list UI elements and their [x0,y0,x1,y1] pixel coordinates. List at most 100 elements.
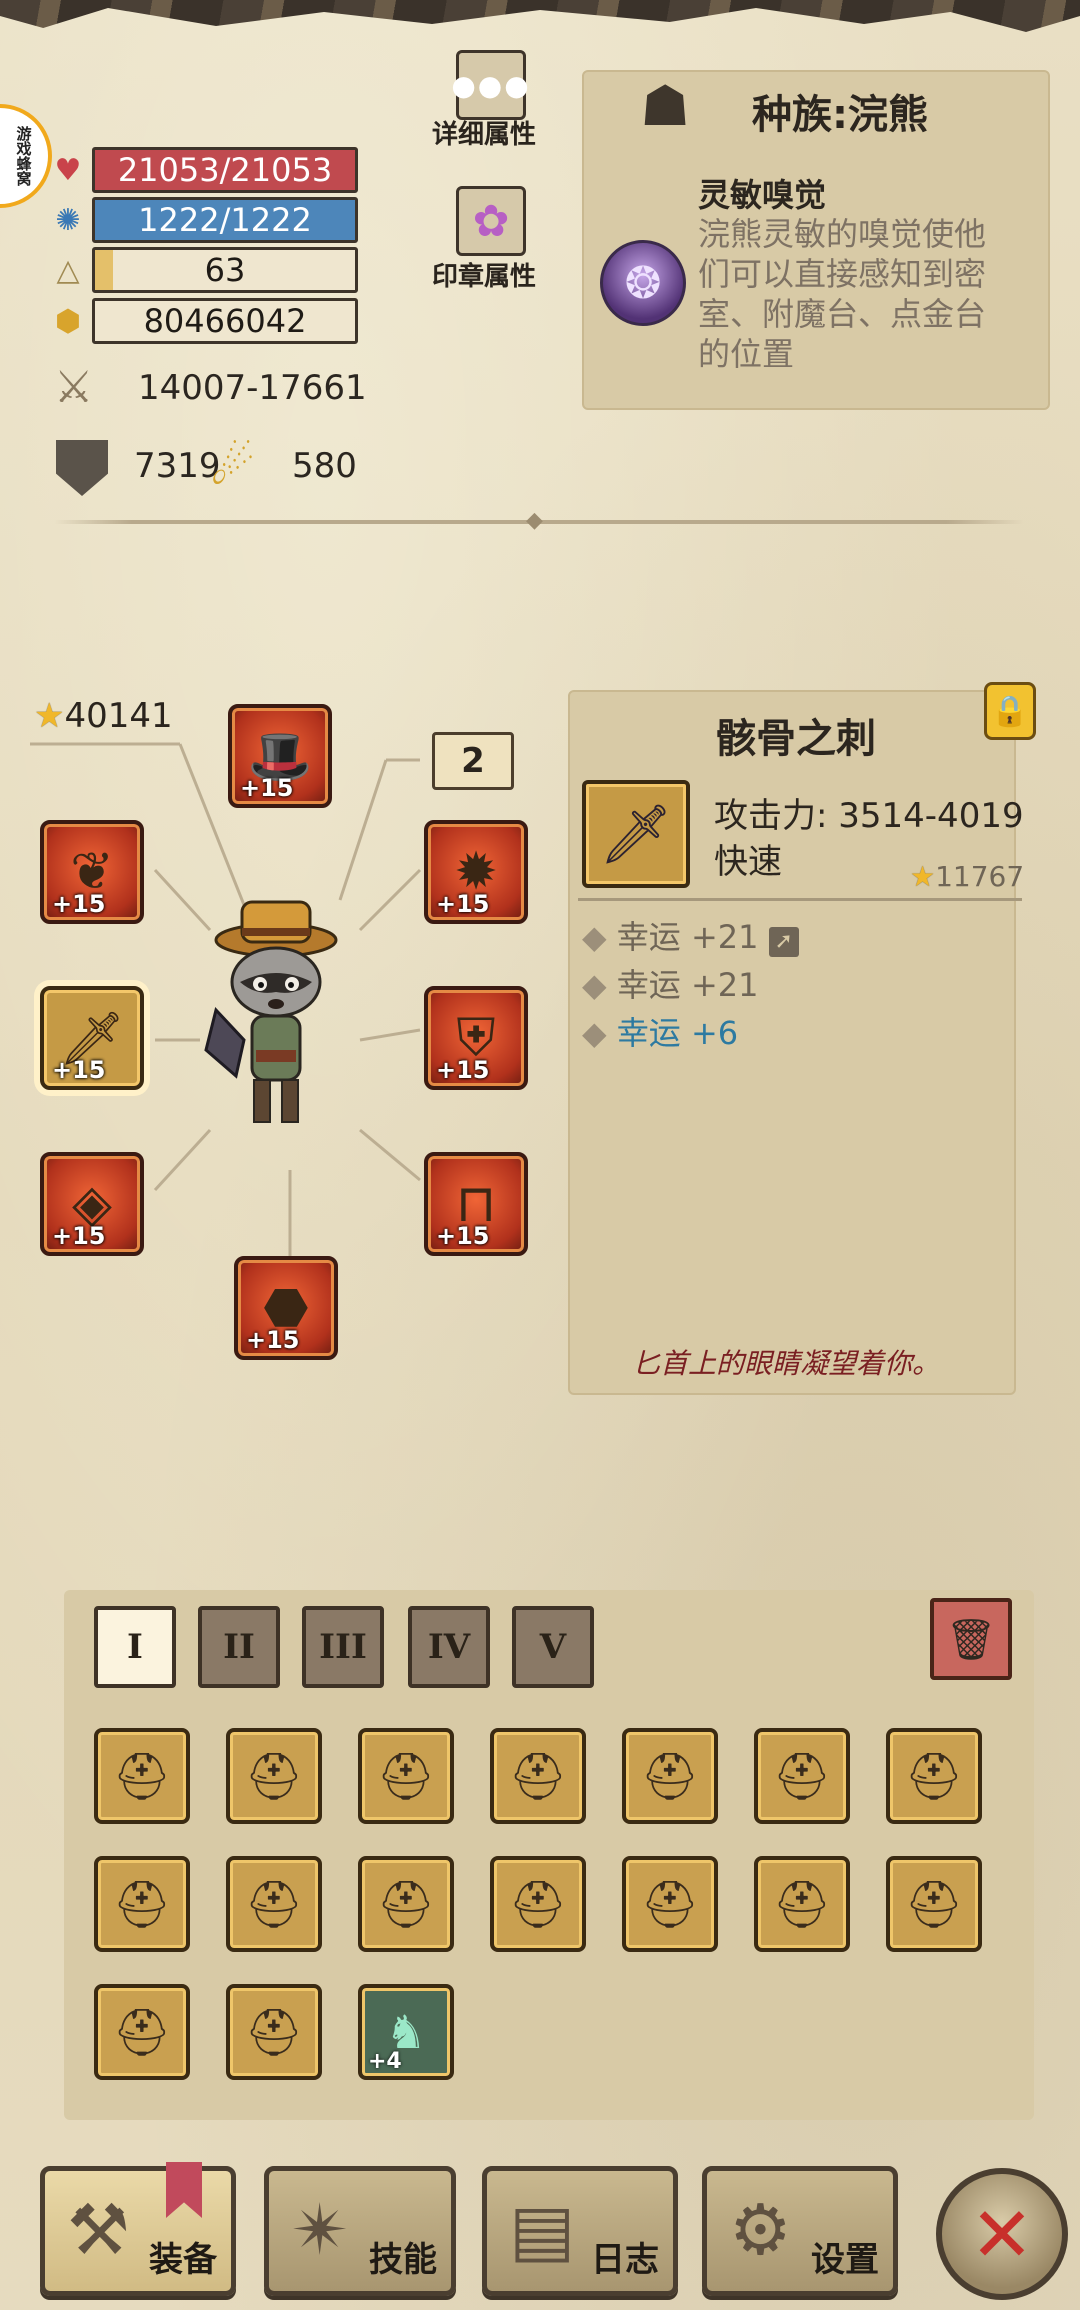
slot-boots[interactable]: ⬣ +15 [234,1256,338,1360]
item-score-value: 11767 [935,860,1025,893]
nav-settings-label: 设置 [811,2240,879,2280]
helmet-icon: ⛑ [376,1748,436,1803]
armor-value: 7319 [134,446,221,486]
dots-icon: ●●● [451,68,531,102]
race-skill-name: 灵敏嗅觉 [698,176,827,214]
seal-attrs-label[interactable]: 印章属性 [432,256,536,293]
inventory-item-cell[interactable]: ⛑ [226,1984,322,2080]
trash-icon: 🗑 [945,1616,997,1663]
tab-page-1[interactable]: I [94,1606,176,1688]
divider-ornament-icon: ◆ [526,508,543,533]
slot-pants[interactable]: ⊓ +15 [424,1152,528,1256]
affix-text: 幸运 +21 [616,966,759,1004]
tab-page-4[interactable]: IV [408,1606,490,1688]
item-thumbnail: 🗡 [582,780,690,888]
diamond-bullet-icon: ◆ [582,918,607,956]
race-desc-line: 的位置 [698,335,795,373]
item-attack: 攻击力: 3514-4019 [714,796,1024,836]
inventory-item-cell[interactable]: ⛑ [622,1856,718,1952]
nav-equip-label: 装备 [149,2240,217,2280]
slot-weapon-selected[interactable]: 🗡 +15 [40,986,144,1090]
nav-skills-button[interactable]: ✴ 技能 [264,2166,456,2296]
slot-level: +15 [240,774,294,802]
inventory-item-cell[interactable]: ⛑ [622,1728,718,1824]
heart-icon: ♥ [54,152,82,188]
level-triangle-icon: △ [56,252,80,288]
race-desc-line: 浣熊灵敏的嗅觉使他 [698,215,987,253]
mp-bar: 1222/1222 [92,197,358,243]
slot-necklace[interactable]: ✹ +15 [424,820,528,924]
slot-hat[interactable]: 🎩 +15 [228,704,332,808]
helmet-icon: ⛑ [112,2004,172,2059]
race-title: 种族:浣熊 [752,92,928,138]
nav-log-button[interactable]: ▤ 日志 [482,2166,678,2296]
helmet-icon: ⛑ [244,1748,304,1803]
race-desc-line: 们可以直接感知到密 [698,255,987,293]
helmet-icon: ⛑ [904,1876,964,1931]
slot-level: +15 [436,1056,490,1084]
inventory-item-cell[interactable]: ⛑ [358,1728,454,1824]
inventory-item-cell-locked[interactable]: ♞ +4 [358,1984,454,2080]
slot-level: +15 [52,890,106,918]
helmet-icon: ⛑ [508,1876,568,1931]
lock-icon[interactable]: 🔒 [984,682,1036,740]
item-divider [578,898,1022,901]
axe-icon: ⚒ [67,2189,130,2271]
race-skill-description: 浣熊灵敏的嗅觉使他 们可以直接感知到密 室、附魔台、点金台 的位置 [698,214,998,374]
attack-value: 14007-17661 [138,368,367,408]
affix-2: ◆ 幸运 +21 [582,960,759,1006]
slot-level: +15 [246,1326,300,1354]
close-button[interactable]: ✕ [936,2168,1068,2300]
inventory-item-cell[interactable]: ⛑ [886,1728,982,1824]
inventory-item-cell[interactable]: ⛑ [94,1728,190,1824]
slot-ring[interactable]: ◈ +15 [40,1152,144,1256]
tab-page-5[interactable]: V [512,1606,594,1688]
inventory-item-cell[interactable]: ⛑ [886,1856,982,1952]
item-plus-level: +4 [368,2049,402,2074]
slot-amulet[interactable]: ❦ +15 [40,820,144,924]
trash-button[interactable]: 🗑 [930,1598,1012,1680]
nav-equip-button[interactable]: ⚒ 装备 [40,2166,236,2296]
tab-page-3[interactable]: III [302,1606,384,1688]
helmet-icon: ⛑ [640,1748,700,1803]
inventory-item-cell[interactable]: ⛑ [754,1728,850,1824]
nav-log-label: 日志 [591,2240,659,2280]
nav-settings-button[interactable]: ⚙ 设置 [702,2166,898,2296]
close-icon: ✕ [970,2189,1034,2279]
scroll-icon: ▤ [509,2189,576,2271]
race-skill-icon: ❂ [600,240,686,326]
inventory-item-cell[interactable]: ⛑ [94,1856,190,1952]
item-flavor-text: 匕首上的眼睛凝望着你。 [632,1347,941,1380]
item-name: 骸骨之刺 [716,716,876,762]
skill-burst-icon: ✴ [291,2189,350,2271]
detail-attrs-label[interactable]: 详细属性 [432,114,536,151]
inventory-item-cell[interactable]: ⛑ [358,1856,454,1952]
affix-text: 幸运 +6 [616,1014,739,1052]
affix-text: 幸运 +21 [616,918,759,956]
slot-level: +15 [436,1222,490,1250]
gold-bar: 80466042 [92,298,358,344]
helmet-icon: ⛑ [772,1876,832,1931]
diamond-bullet-icon: ◆ [582,1014,607,1052]
inventory-item-cell[interactable]: ⛑ [490,1728,586,1824]
inventory-item-cell[interactable]: ⛑ [94,1984,190,2080]
mana-icon: ✺ [55,202,81,238]
affix-1: ◆ 幸运 +21 ➚ [582,912,799,958]
slot-level: +15 [436,890,490,918]
seal-flower-icon: ✿ [472,195,510,247]
detail-attrs-button[interactable]: ●●● [451,50,529,120]
inventory-item-cell[interactable]: ⛑ [754,1856,850,1952]
inventory-item-cell[interactable]: ⛑ [226,1728,322,1824]
helmet-icon: ⛑ [904,1748,964,1803]
enchant-icon: ➚ [768,927,799,957]
level-bar: 63 [92,247,358,293]
helmet-icon: ⛑ [376,1876,436,1931]
critical-icon: ☄ [210,438,255,496]
seal-attrs-button[interactable]: ✿ [456,186,526,256]
slot-armor[interactable]: ⛨ +15 [424,986,528,1090]
gear-icon: ⚙ [729,2189,792,2271]
inventory-item-cell[interactable]: ⛑ [490,1856,586,1952]
item-score: ★11767 [910,860,1024,893]
tab-page-2[interactable]: II [198,1606,280,1688]
inventory-item-cell[interactable]: ⛑ [226,1856,322,1952]
